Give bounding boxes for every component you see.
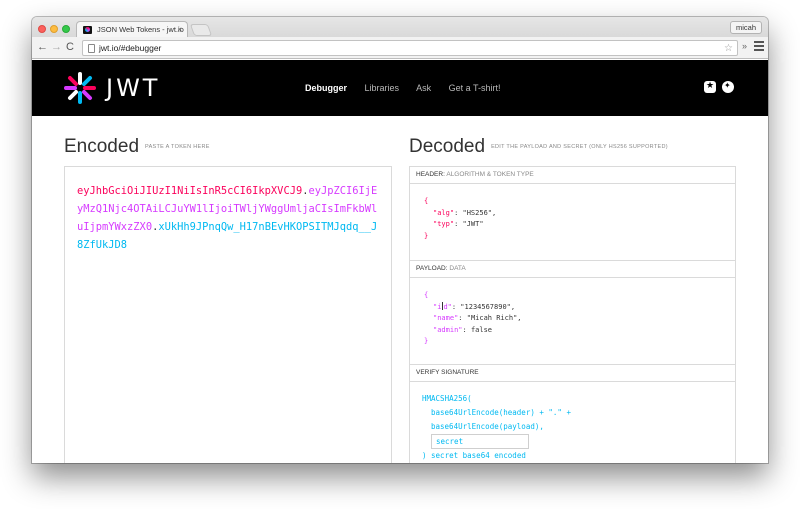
json-open-brace: { <box>424 197 429 205</box>
address-url[interactable]: jwt.io/#debugger <box>99 41 161 56</box>
encoded-heading: Encoded PASTE A TOKEN HERE <box>64 136 210 158</box>
encoded-title: Encoded <box>64 136 140 157</box>
site-navbar: JWT Debugger Libraries Ask Get a T-shirt… <box>32 60 768 116</box>
bookmark-star-icon[interactable]: ☆ <box>724 41 733 56</box>
json-key: "typ" <box>433 220 455 228</box>
nav-links: Debugger Libraries Ask Get a T-shirt! <box>305 83 515 93</box>
window-maximize-button[interactable] <box>62 25 70 33</box>
json-line: "alg": "HS256", <box>424 208 721 220</box>
json-value: : false <box>462 325 493 334</box>
payload-panel: PAYLOAD: DATA { "i d": "1234567890", "nam… <box>410 261 735 365</box>
browser-window: JSON Web Tokens - jwt.io × micah ← → C j… <box>32 17 768 463</box>
header-panel-title: HEADER: ALGORITHM & TOKEN TYPE <box>410 167 735 184</box>
sig-line-payload: base64UrlEncode(payload), <box>431 422 544 431</box>
json-close-brace: } <box>424 231 429 240</box>
json-close-brace: } <box>424 337 429 345</box>
browser-tab-jwt[interactable]: JSON Web Tokens - jwt.io × <box>76 21 188 37</box>
tab-title: JSON Web Tokens - jwt.io <box>97 25 184 34</box>
json-value: : "Micah Rich", <box>458 314 522 322</box>
nav-link-ask[interactable]: Ask <box>416 83 431 93</box>
sig-line-header: base64UrlEncode(header) + "." + <box>431 408 571 417</box>
address-bar[interactable]: jwt.io/#debugger ☆ <box>82 40 738 56</box>
secret-input[interactable]: secret <box>431 434 529 449</box>
json-value: : "1234567890", <box>451 302 516 311</box>
window-close-button[interactable] <box>38 25 46 33</box>
decoded-heading: Decoded EDIT THE PAYLOAD AND SECRET (ONLY… <box>409 136 668 158</box>
header-sub: ALGORITHM & TOKEN TYPE <box>446 171 534 178</box>
new-tab-button[interactable] <box>189 24 213 36</box>
window-minimize-button[interactable] <box>50 25 58 33</box>
json-key: "admin" <box>433 325 463 334</box>
json-key: "name" <box>433 314 459 322</box>
hamburger-menu-icon[interactable] <box>754 41 764 53</box>
json-line: "i d": "1234567890", <box>424 301 721 314</box>
payload-panel-title: PAYLOAD: DATA <box>410 261 735 278</box>
reload-icon[interactable]: C <box>66 40 74 54</box>
json-value: : "HS256", <box>454 208 497 217</box>
jwt-site: JWT Debugger Libraries Ask Get a T-shirt… <box>32 60 768 463</box>
nav-link-debugger[interactable]: Debugger <box>305 83 347 93</box>
auth0-badge-icon[interactable] <box>704 80 716 93</box>
page-icon <box>88 44 95 53</box>
payload-label: PAYLOAD: <box>416 265 448 272</box>
token-header-part: eyJhbGciOiJIUzI1NiIsInR5cCI6IkpXVCJ9 <box>77 185 303 197</box>
json-key: "i <box>433 302 442 311</box>
json-line: "typ": "JWT" <box>424 219 721 231</box>
json-key: d" <box>443 302 452 311</box>
tab-close-icon[interactable]: × <box>177 22 182 37</box>
jwt-favicon-icon <box>83 26 92 34</box>
header-json-editor[interactable]: { "alg": "HS256", "typ": "JWT" } <box>410 184 735 260</box>
extensions-chevron-icon[interactable]: » <box>742 41 747 51</box>
jwt-logo-icon[interactable] <box>64 72 96 104</box>
jwt-logo-text[interactable]: JWT <box>106 74 160 102</box>
payload-json-editor[interactable]: { "i d": "1234567890", "name": "Micah Ric… <box>410 278 735 364</box>
payload-sub: DATA <box>449 265 466 272</box>
encoded-token-textarea[interactable]: eyJhbGciOiJIUzI1NiIsInR5cCI6IkpXVCJ9.eyJ… <box>64 166 392 463</box>
back-arrow-icon[interactable]: ← <box>37 40 48 54</box>
signature-panel-title: VERIFY SIGNATURE <box>410 365 735 382</box>
json-value: : "JWT" <box>454 220 484 228</box>
encoded-subtitle: PASTE A TOKEN HERE <box>145 143 210 150</box>
json-open-brace: { <box>424 291 429 299</box>
twitter-icon[interactable] <box>722 81 734 93</box>
profile-button[interactable]: micah <box>729 21 762 34</box>
json-line: "name": "Micah Rich", <box>424 313 721 325</box>
header-label: HEADER: <box>416 171 445 178</box>
browser-toolbar: ← → C jwt.io/#debugger ☆ » <box>32 37 768 59</box>
decoded-title: Decoded <box>409 136 486 157</box>
json-line: "admin": false <box>424 325 721 337</box>
sig-tail: ) secret base64 encoded <box>422 451 526 460</box>
signature-code: HMACSHA256( base64UrlEncode(header) + ".… <box>410 382 735 463</box>
decoded-column: HEADER: ALGORITHM & TOKEN TYPE { "alg": … <box>409 166 736 463</box>
sig-fn: HMACSHA256( <box>422 394 472 403</box>
json-key: "alg" <box>433 208 455 217</box>
header-panel: HEADER: ALGORITHM & TOKEN TYPE { "alg": … <box>410 167 735 261</box>
nav-link-libraries[interactable]: Libraries <box>365 83 400 93</box>
nav-link-tshirt[interactable]: Get a T-shirt! <box>449 83 501 93</box>
tab-strip: JSON Web Tokens - jwt.io × micah <box>32 17 768 37</box>
decoded-subtitle: EDIT THE PAYLOAD AND SECRET (ONLY HS256 … <box>491 143 668 150</box>
forward-arrow-icon[interactable]: → <box>51 40 62 54</box>
signature-panel: VERIFY SIGNATURE HMACSHA256( base64UrlEn… <box>410 365 735 463</box>
